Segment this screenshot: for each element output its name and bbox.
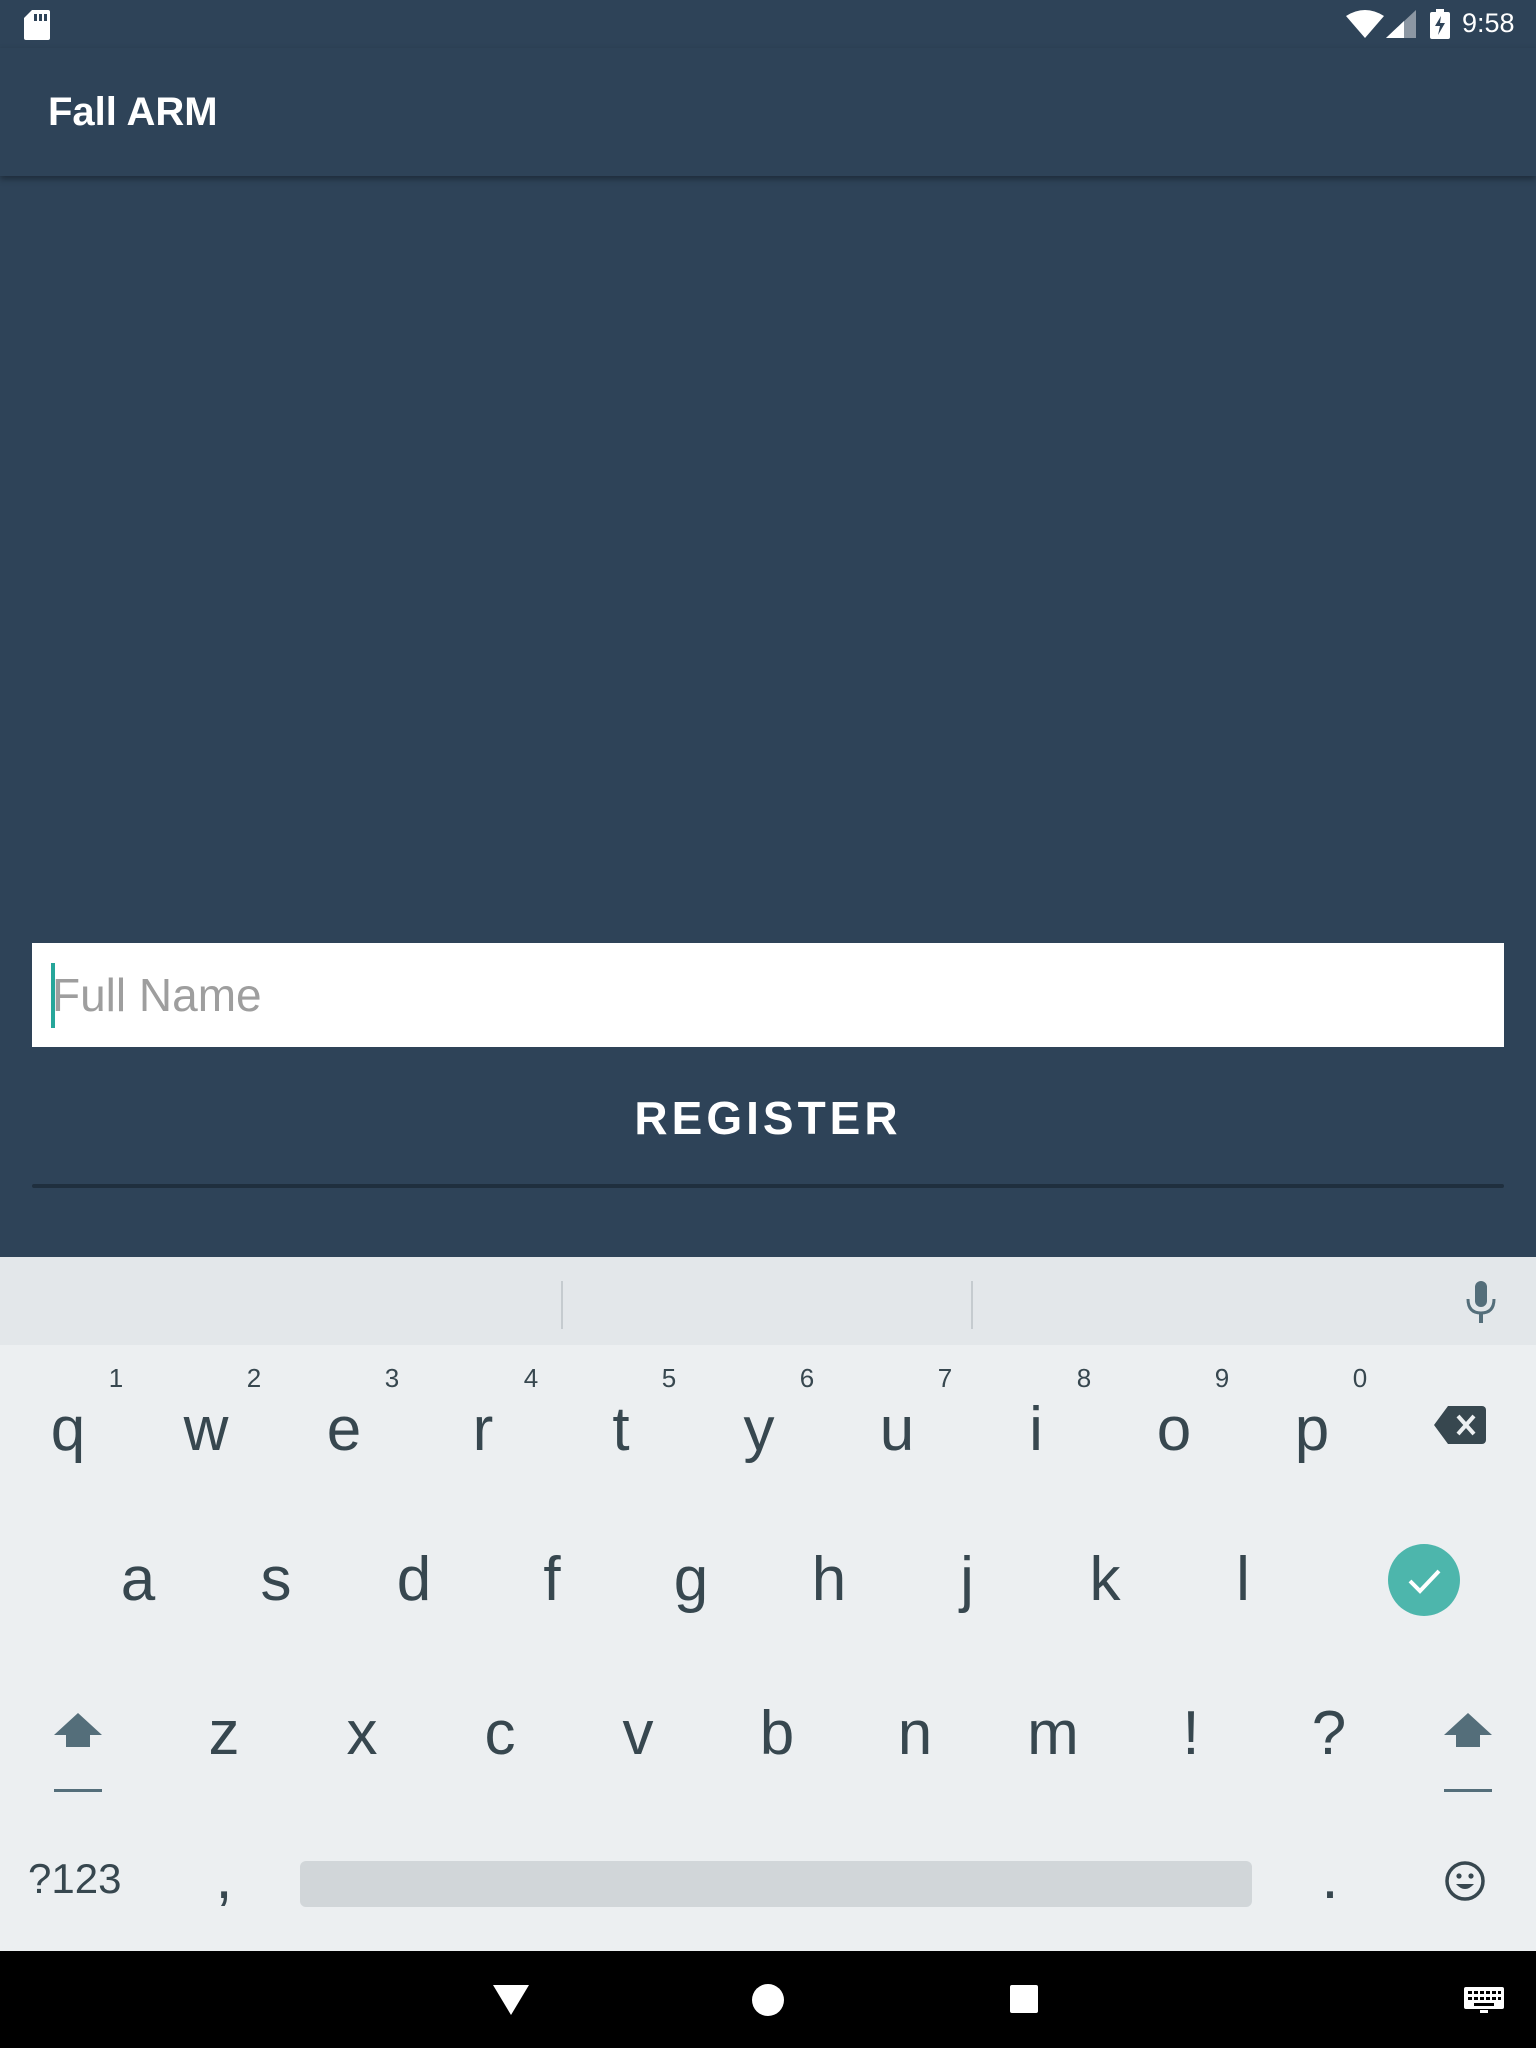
key-hint: 7 — [937, 1363, 953, 1393]
key-v[interactable]: v — [598, 1699, 678, 1769]
key-m[interactable]: m — [1013, 1699, 1093, 1769]
key-c[interactable]: c — [460, 1699, 540, 1769]
spacebar[interactable] — [300, 1861, 1252, 1907]
key-k[interactable]: k — [1065, 1545, 1145, 1615]
battery-charging-icon — [1430, 9, 1450, 39]
key-question[interactable]: ? — [1289, 1699, 1369, 1769]
key-z[interactable]: z — [184, 1699, 264, 1769]
key-p[interactable]: p — [1272, 1395, 1352, 1465]
full-name-input[interactable] — [32, 943, 1504, 1047]
key-w[interactable]: w — [166, 1395, 246, 1465]
period-key[interactable]: . — [1290, 1843, 1370, 1913]
shift-icon[interactable] — [1438, 1705, 1498, 1795]
key-exclamation[interactable]: ! — [1151, 1699, 1231, 1769]
key-u[interactable]: u — [857, 1395, 937, 1465]
soft-keyboard: q1 w2 e3 r4 t5 y6 u7 i8 o9 p0 asdfghjkl z x c v b n m!?… — [0, 1257, 1536, 1951]
key-q[interactable]: q — [28, 1395, 108, 1465]
key-f[interactable]: f — [512, 1545, 592, 1615]
key-b[interactable]: b — [737, 1699, 817, 1769]
key-n[interactable]: n — [875, 1699, 955, 1769]
app-bar: Fall ARM — [0, 48, 1536, 176]
key-hint: 9 — [1214, 1363, 1230, 1393]
suggestion-strip — [0, 1257, 1536, 1345]
app-title: Fall ARM — [48, 90, 218, 134]
key-r[interactable]: r — [443, 1395, 523, 1465]
comma-key[interactable]: , — [184, 1843, 264, 1913]
backspace-icon[interactable] — [1434, 1406, 1486, 1444]
key-hint: 5 — [661, 1363, 677, 1393]
mic-icon[interactable] — [1464, 1279, 1498, 1325]
key-hint: 2 — [246, 1363, 262, 1393]
key-h[interactable]: h — [789, 1545, 869, 1615]
cell-signal-icon — [1386, 10, 1416, 38]
key-hint: 0 — [1352, 1363, 1368, 1393]
suggestion-divider — [971, 1281, 973, 1329]
key-y[interactable]: y — [719, 1395, 799, 1465]
key-a[interactable]: a — [98, 1545, 178, 1615]
back-icon[interactable] — [493, 1985, 529, 2015]
key-hint: 1 — [108, 1363, 124, 1393]
key-e[interactable]: e — [304, 1395, 384, 1465]
key-hint: 6 — [799, 1363, 815, 1393]
key-hint: 4 — [523, 1363, 539, 1393]
keyboard-switch-icon[interactable] — [1464, 1987, 1504, 2013]
key-i[interactable]: i — [996, 1395, 1076, 1465]
emoji-icon[interactable] — [1444, 1860, 1486, 1902]
key-t[interactable]: t — [581, 1395, 661, 1465]
key-s[interactable]: s — [236, 1545, 316, 1615]
status-bar: 9:58 — [0, 0, 1536, 48]
recents-icon[interactable] — [1010, 1985, 1038, 2013]
key-x[interactable]: x — [322, 1699, 402, 1769]
divider — [32, 1184, 1504, 1188]
shift-icon[interactable] — [48, 1705, 108, 1795]
symbols-key[interactable]: ?123 — [28, 1855, 121, 1903]
wifi-icon — [1346, 10, 1384, 38]
navigation-bar — [0, 1951, 1536, 2048]
key-l[interactable]: l — [1203, 1545, 1283, 1615]
sd-card-icon — [24, 10, 50, 40]
key-o[interactable]: o — [1134, 1395, 1214, 1465]
home-icon[interactable] — [752, 1984, 784, 2016]
key-g[interactable]: g — [651, 1545, 731, 1615]
key-j[interactable]: j — [927, 1545, 1007, 1615]
status-time: 9:58 — [1462, 8, 1515, 38]
key-hint: 3 — [384, 1363, 400, 1393]
suggestion-divider — [561, 1281, 563, 1329]
text-cursor — [51, 963, 55, 1028]
register-button[interactable]: REGISTER — [32, 1068, 1504, 1168]
key-hint: 8 — [1076, 1363, 1092, 1393]
key-d[interactable]: d — [374, 1545, 454, 1615]
done-check-icon[interactable] — [1388, 1544, 1460, 1616]
